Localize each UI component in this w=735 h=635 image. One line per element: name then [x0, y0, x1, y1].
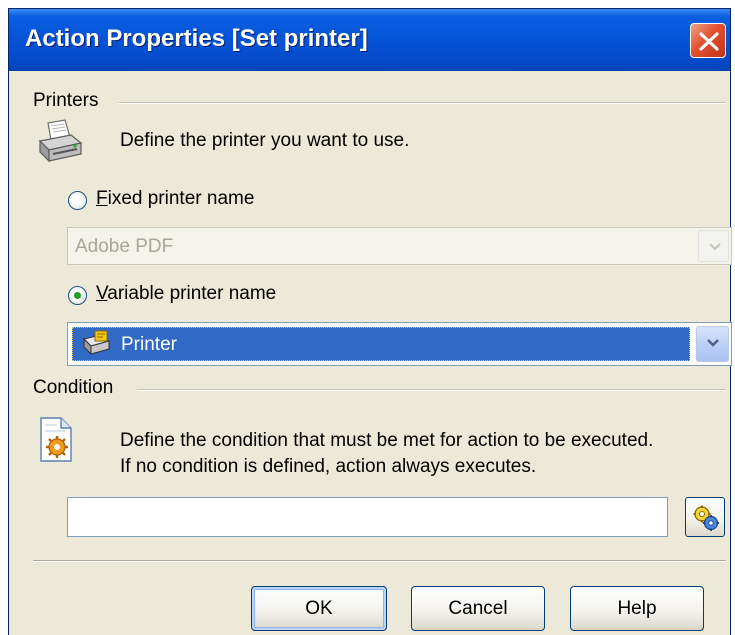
- printer-icon: [38, 119, 83, 163]
- cancel-button[interactable]: Cancel: [411, 586, 545, 631]
- condition-document-icon: [40, 417, 72, 462]
- fixed-printer-label-text: ixed printer name: [107, 188, 255, 209]
- chevron-down-icon: [707, 339, 719, 347]
- condition-group-label: Condition: [33, 377, 114, 398]
- condition-description-line1: Define the condition that must be met fo…: [120, 430, 654, 451]
- fixed-printer-dropdown-button: [698, 230, 729, 262]
- variable-printer-label[interactable]: Variable printer name: [96, 283, 276, 305]
- fixed-printer-radio[interactable]: [68, 191, 87, 210]
- variable-printer-radio[interactable]: [68, 286, 87, 305]
- dialog-window: Action Properties [Set printer] Printers…: [8, 8, 732, 635]
- condition-group-divider: [137, 389, 726, 391]
- fixed-printer-combo: Adobe PDF: [67, 227, 732, 265]
- ok-button[interactable]: OK: [251, 586, 387, 631]
- radio-selected-dot: [74, 292, 81, 299]
- variable-printer-value: Printer: [121, 334, 177, 355]
- chevron-down-icon: [709, 243, 721, 251]
- printers-group-label: Printers: [33, 90, 99, 111]
- expression-builder-icon: [693, 505, 719, 531]
- expression-builder-button[interactable]: [685, 497, 725, 537]
- variable-printer-label-text: ariable printer name: [107, 283, 277, 304]
- condition-description-line2: If no condition is defined, action alway…: [120, 456, 537, 477]
- printers-description: Define the printer you want to use.: [120, 130, 410, 151]
- variable-printer-combo[interactable]: Printer: [67, 322, 732, 366]
- fixed-printer-value: Adobe PDF: [75, 236, 174, 257]
- close-button[interactable]: [690, 23, 726, 58]
- variable-printer-dropdown-button[interactable]: [696, 326, 729, 362]
- variable-printer-icon: [83, 330, 111, 356]
- button-separator: [33, 560, 726, 562]
- title-bar[interactable]: Action Properties [Set printer]: [9, 9, 730, 71]
- help-button[interactable]: Help: [570, 586, 704, 631]
- printers-group-divider: [119, 102, 726, 104]
- condition-input[interactable]: [67, 497, 668, 537]
- close-icon: [699, 32, 719, 51]
- variable-printer-selection: Printer: [72, 327, 690, 361]
- window-title: Action Properties [Set printer]: [25, 25, 368, 52]
- fixed-printer-label[interactable]: Fixed printer name: [96, 188, 254, 210]
